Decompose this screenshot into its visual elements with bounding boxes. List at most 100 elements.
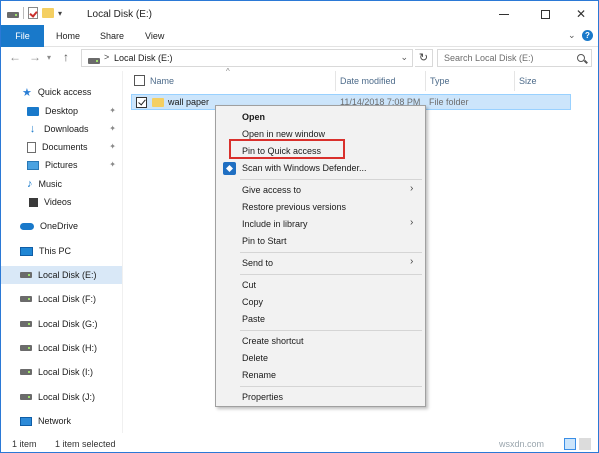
sidebar-item-local-disk-j[interactable]: Local Disk (J:) [1, 388, 122, 406]
refresh-button[interactable]: ↻ [415, 49, 433, 67]
sidebar-item-label: Local Disk (G:) [38, 319, 98, 329]
tab-home[interactable]: Home [56, 25, 80, 47]
sidebar-item-local-disk-f[interactable]: Local Disk (F:) [1, 290, 122, 308]
selection-count: 1 item selected [55, 439, 116, 449]
network-icon [20, 416, 32, 426]
tab-file[interactable]: File [1, 25, 44, 47]
tab-view[interactable]: View [145, 25, 164, 47]
menu-item-open-new-window[interactable]: Open in new window [242, 129, 325, 139]
large-icons-view-icon[interactable] [579, 438, 591, 450]
forward-arrow-icon[interactable]: → [29, 50, 41, 64]
sidebar-item-label: Desktop [45, 106, 79, 116]
sort-ascending-icon: ^ [226, 67, 230, 76]
videos-icon [27, 197, 38, 207]
back-arrow-icon[interactable]: ← [9, 50, 21, 64]
customize-toolbar-icon[interactable]: ▾ [58, 9, 62, 18]
recent-locations-icon[interactable]: ▾ [47, 53, 51, 62]
sidebar-item-label: This PC [39, 246, 72, 256]
sidebar-item-label: Local Disk (I:) [38, 367, 94, 377]
expand-ribbon-icon[interactable]: ⌄ [568, 30, 576, 41]
star-icon: ★ [22, 86, 32, 99]
up-arrow-icon[interactable]: ↑ [63, 50, 69, 64]
column-header-name[interactable]: Name [150, 71, 174, 91]
sidebar-item-label: Local Disk (F:) [38, 294, 97, 304]
sidebar-item-label: OneDrive [40, 221, 79, 231]
chevron-down-icon[interactable]: ⌄ [400, 52, 408, 63]
close-button[interactable]: ✕ [564, 4, 598, 24]
menu-item-rename[interactable]: Rename [242, 370, 276, 380]
sidebar-item-videos[interactable]: Videos [1, 193, 122, 211]
column-header-type[interactable]: Type [425, 71, 450, 91]
close-icon: ✕ [575, 7, 587, 21]
sidebar-item-pictures[interactable]: Pictures ✦ [1, 156, 122, 174]
menu-item-give-access[interactable]: Give access to [242, 185, 301, 195]
submenu-arrow-icon: › [410, 256, 414, 267]
pin-icon: ✦ [109, 142, 116, 151]
details-view-icon[interactable] [564, 438, 576, 450]
navigation-bar: ← → ▾ ↑ > Local Disk (E:) ⌄ ↻ Search Loc… [1, 47, 598, 69]
sidebar-item-downloads[interactable]: ↓ Downloads ✦ [1, 120, 122, 138]
menu-item-copy[interactable]: Copy [242, 297, 263, 307]
menu-item-open[interactable]: Open [242, 112, 265, 122]
item-count: 1 item [12, 439, 37, 449]
sidebar-item-music[interactable]: ♪ Music [1, 175, 122, 193]
drive-icon [20, 369, 32, 375]
pin-icon: ✦ [109, 124, 116, 133]
menu-item-pin-start[interactable]: Pin to Start [242, 236, 287, 246]
sidebar-item-local-disk-i[interactable]: Local Disk (I:) [1, 363, 122, 381]
refresh-icon: ↻ [418, 52, 429, 64]
menu-item-include-library[interactable]: Include in library [242, 219, 308, 229]
watermark: wsxdn.com [499, 439, 545, 449]
select-all-checkbox[interactable] [134, 75, 145, 86]
row-checkbox[interactable] [136, 97, 147, 108]
sidebar-item-documents[interactable]: Documents ✦ [1, 138, 122, 156]
menu-divider [240, 252, 422, 253]
sidebar-item-this-pc[interactable]: This PC [1, 242, 122, 260]
properties-check-icon[interactable] [28, 7, 38, 19]
menu-item-create-shortcut[interactable]: Create shortcut [242, 336, 304, 346]
downloads-icon: ↓ [29, 122, 36, 135]
drive-icon [20, 321, 32, 327]
breadcrumb[interactable]: Local Disk (E:) [114, 53, 173, 63]
maximize-button[interactable] [528, 4, 562, 24]
sidebar-item-label: Local Disk (E:) [38, 270, 97, 280]
ribbon-tabs: File Home Share View ⌄ ? [1, 25, 598, 47]
music-icon: ♪ [27, 178, 33, 190]
desktop-icon [27, 106, 39, 116]
sidebar-item-local-disk-e[interactable]: Local Disk (E:) [1, 266, 122, 284]
address-bar[interactable]: > Local Disk (E:) ⌄ [81, 49, 413, 67]
sidebar-item-local-disk-h[interactable]: Local Disk (H:) [1, 339, 122, 357]
menu-item-paste[interactable]: Paste [242, 314, 265, 324]
menu-item-restore-versions[interactable]: Restore previous versions [242, 202, 346, 212]
sidebar-item-desktop[interactable]: Desktop ✦ [1, 102, 122, 120]
column-header-size[interactable]: Size [514, 71, 537, 91]
search-placeholder: Search Local Disk (E:) [444, 53, 534, 63]
menu-item-delete[interactable]: Delete [242, 353, 268, 363]
sidebar-item-onedrive[interactable]: OneDrive [1, 217, 122, 235]
sidebar-item-network[interactable]: Network [1, 412, 122, 430]
folder-icon [152, 98, 164, 107]
sidebar-item-quick-access[interactable]: ★ Quick access [1, 83, 122, 101]
pin-icon: ✦ [109, 160, 116, 169]
file-name: wall paper [168, 97, 210, 107]
minimize-button[interactable] [487, 4, 521, 24]
sidebar-item-label: Network [38, 416, 72, 426]
new-folder-icon[interactable] [42, 8, 54, 18]
menu-item-send-to[interactable]: Send to [242, 258, 273, 268]
drive-icon [20, 296, 32, 302]
menu-item-scan-defender[interactable]: Scan with Windows Defender... [242, 163, 367, 173]
search-icon [577, 54, 585, 62]
menu-item-properties[interactable]: Properties [242, 392, 283, 402]
sidebar-item-local-disk-g[interactable]: Local Disk (G:) [1, 315, 122, 333]
sidebar-item-label: Downloads [44, 124, 89, 134]
search-input[interactable]: Search Local Disk (E:) [437, 49, 592, 67]
sidebar-item-label: Local Disk (H:) [38, 343, 98, 353]
sidebar-item-label: Music [38, 179, 63, 189]
window-title: Local Disk (E:) [87, 9, 153, 20]
menu-item-cut[interactable]: Cut [242, 280, 256, 290]
column-header-date[interactable]: Date modified [335, 71, 396, 91]
file-type: File folder [429, 97, 469, 107]
annotation-highlight-box [229, 139, 345, 159]
tab-share[interactable]: Share [100, 25, 124, 47]
help-icon[interactable]: ? [582, 30, 593, 41]
